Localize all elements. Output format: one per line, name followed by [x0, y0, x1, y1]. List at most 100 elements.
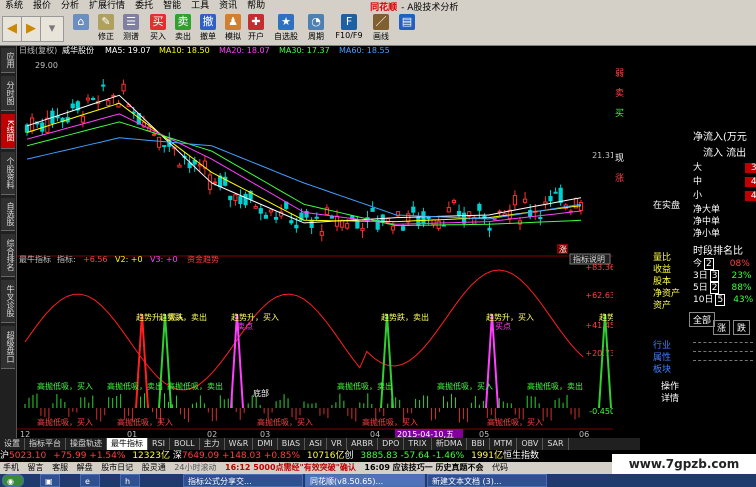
filter-all[interactable]: 全部 — [689, 312, 716, 327]
candle-body — [411, 206, 416, 213]
tab-bias[interactable]: BIAS — [278, 438, 306, 450]
chart-area[interactable]: 日线(复权) 威华股份 MA5: 19.07 MA10: 18.50 MA20:… — [17, 45, 647, 439]
menu-system[interactable]: 系统 — [0, 0, 28, 13]
sell-button[interactable]: 卖卖出 — [172, 14, 194, 44]
home-button[interactable]: ⌂ — [70, 14, 92, 44]
taskbar-pin-ie[interactable]: e — [80, 474, 100, 487]
indicator-signal-label: 趋势跌，卖出 — [381, 312, 429, 322]
single-row-8: 资产 — [653, 301, 672, 311]
indicator-signal-label: 趋势升，买入 — [231, 312, 279, 322]
tab-dpo[interactable]: DPO — [378, 438, 405, 450]
cancel-order-button[interactable]: 撤撤单 — [197, 14, 219, 44]
candle-body — [446, 207, 451, 213]
menu-news[interactable]: 资讯 — [214, 0, 242, 13]
filter-up[interactable]: 涨 — [713, 320, 731, 335]
draw-button[interactable]: ／ 画线 — [370, 14, 392, 44]
taskbar-item-ths[interactable]: 同花顺(v8.50.65)... — [305, 474, 425, 487]
tab-stock-info[interactable]: 个股资料 — [1, 152, 15, 195]
indicator-trade-label: 高抛低吸，卖出 — [337, 381, 393, 391]
menu-tools[interactable]: 工具 — [186, 0, 214, 13]
tab-trade-track[interactable]: 操盘轨迹 — [66, 438, 107, 450]
news-ticker-1[interactable]: 16:12 5000点需经"有效突破"确认 — [225, 463, 356, 472]
tab-ranking[interactable]: 综合排名 — [1, 234, 15, 277]
menu-smart[interactable]: 智能 — [158, 0, 186, 13]
menu-analysis[interactable]: 分析 — [56, 0, 84, 13]
sz-value: 7649.09 — [181, 451, 220, 461]
candle-body — [212, 181, 218, 184]
kline-chart[interactable]: 日线(复权) 威华股份 MA5: 19.07 MA10: 18.50 MA20:… — [17, 45, 647, 439]
menu-trade[interactable]: 委托 — [130, 0, 158, 13]
tab-dmi[interactable]: DMI — [253, 438, 278, 450]
date-03: 03 — [260, 430, 270, 438]
taskbar-pin-hao[interactable]: h — [120, 474, 140, 487]
tab-settings[interactable]: 设置 — [0, 438, 25, 450]
tab-diagnosis[interactable]: 牛叉诊股 — [1, 280, 15, 323]
filter-down[interactable]: 跌 — [733, 320, 751, 335]
period-label: 周期 — [308, 32, 324, 41]
tab-watchlist[interactable]: 自选股 — [1, 198, 15, 231]
tab-kline[interactable]: K线图 — [1, 114, 15, 149]
ma5-label: MA5: 19.07 — [105, 46, 151, 55]
candle-body — [157, 136, 162, 148]
date-12: 12 — [20, 430, 30, 438]
tab-sar[interactable]: SAR — [543, 438, 569, 450]
tab-newdma[interactable]: 新DMA — [432, 438, 468, 450]
tab-main[interactable]: 主力 — [200, 438, 225, 450]
indicator-trade-label: 高抛低吸，买入 — [257, 417, 313, 427]
date-06: 06 — [579, 430, 589, 438]
tab-best-indicator[interactable]: 最牛指标 — [107, 438, 148, 450]
indicator-trade-label: 高抛低吸，买入 — [362, 417, 418, 427]
tab-bbi[interactable]: BBI — [467, 438, 490, 450]
code-label[interactable]: 代码 — [492, 463, 508, 472]
tab-asi[interactable]: ASI — [305, 438, 328, 450]
tab-vr[interactable]: VR — [327, 438, 348, 450]
func-phone[interactable]: 手机 — [3, 463, 19, 472]
tab-wr[interactable]: W&R — [225, 438, 254, 450]
candle-body — [151, 133, 157, 136]
candle-body — [177, 164, 182, 168]
account-button[interactable]: ✚ 开户 — [245, 14, 267, 44]
buy-button[interactable]: 买买入 — [147, 14, 169, 44]
taskbar-item-formula[interactable]: 指标公式分享交... — [183, 474, 303, 487]
limit-up-badge: 涨 — [559, 244, 567, 254]
tab-indicator-platform[interactable]: 指标平台 — [25, 438, 66, 450]
menu-extended[interactable]: 扩展行情 — [84, 0, 130, 13]
menu-help[interactable]: 帮助 — [242, 0, 270, 13]
news-ticker-2[interactable]: 16:09 应该技巧一 历史真题不会 — [364, 463, 483, 472]
start-button[interactable]: ◉ — [2, 474, 24, 487]
buy-icon: 买 — [150, 14, 166, 30]
tab-super-panel[interactable]: 超级盘口 — [1, 326, 15, 369]
forward-button[interactable]: ▶ — [21, 16, 41, 42]
func-stock-link[interactable]: 股灵通 — [142, 463, 166, 472]
back-button[interactable]: ◀ — [2, 16, 22, 42]
watchlist-button[interactable]: ★ 自选股 — [272, 14, 300, 44]
tab-obv[interactable]: OBV — [517, 438, 544, 450]
period-button[interactable]: ◔ 周期 — [305, 14, 327, 44]
menu-quote[interactable]: 报价 — [28, 0, 56, 13]
taskbar-item-notepad[interactable]: 新建文本文档 (3)... — [427, 474, 547, 487]
back-arrow-icon: ◀ — [7, 21, 17, 36]
func-diary[interactable]: 股市日记 — [101, 463, 133, 472]
dropdown-button[interactable]: ▾ — [40, 16, 64, 42]
taskbar-pin-folder[interactable]: ▣ — [40, 474, 60, 487]
simulate-button[interactable]: ♟ 模拟 — [222, 14, 244, 44]
more-button[interactable]: ▤ — [396, 14, 418, 44]
edit-button[interactable]: ✎ 修正 — [95, 14, 117, 44]
tab-boll[interactable]: BOLL — [170, 438, 200, 450]
func-message[interactable]: 留言 — [28, 463, 44, 472]
indicator-v3: V3: +0 — [150, 255, 178, 264]
func-analysis[interactable]: 解盘 — [77, 463, 93, 472]
tab-rsi[interactable]: RSI — [148, 438, 170, 450]
detail-label[interactable]: 详情 — [661, 391, 679, 404]
candle-body — [289, 220, 294, 224]
tab-app[interactable]: 应用 — [1, 48, 15, 73]
candle-body — [487, 227, 492, 231]
date-01: 01 — [127, 430, 137, 438]
tab-mtm[interactable]: MTM — [490, 438, 518, 450]
tab-timeshare[interactable]: 分时图 — [1, 76, 15, 111]
f10-button[interactable]: F F10/F9 — [332, 14, 366, 44]
tab-trix[interactable]: TRIX — [404, 438, 432, 450]
func-service[interactable]: 客服 — [52, 463, 68, 472]
test-button[interactable]: ☰ 测谱 — [120, 14, 142, 44]
tab-arbr[interactable]: ARBR — [347, 438, 379, 450]
